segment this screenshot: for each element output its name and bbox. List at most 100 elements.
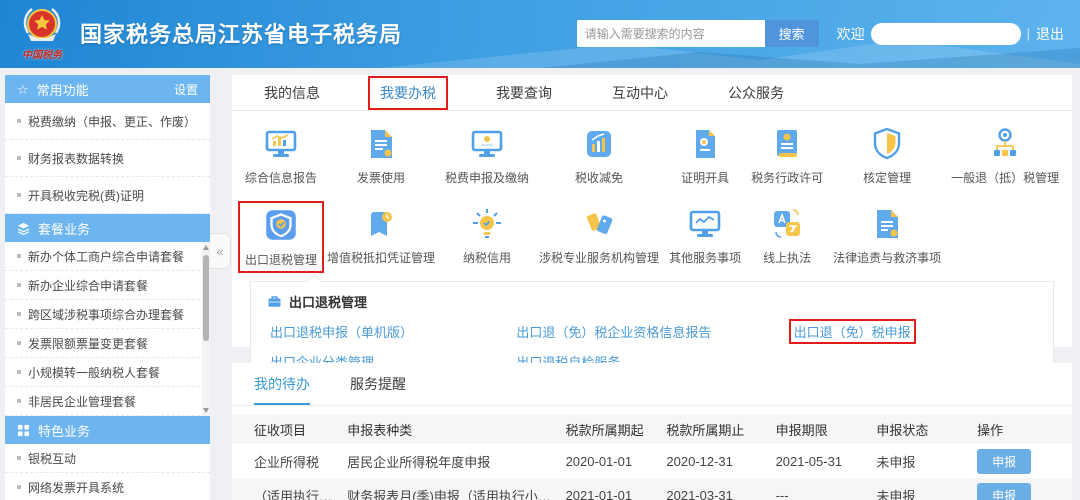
main-panel: 我的信息 我要办税 我要查询 互动中心 公众服务 综合信息报告 发票使用 <box>232 75 1072 347</box>
briefcase-icon <box>267 294 282 309</box>
service-other-services[interactable]: 其他服务事项 <box>664 203 746 271</box>
sidebar-section-common: ☆ 常用功能 设置 <box>5 75 210 103</box>
service-tax-professional-agency[interactable]: 涉税专业服务机构管理 <box>534 203 664 271</box>
sidebar-item-new-enterprise-package[interactable]: 新办企业综合申请套餐 <box>5 271 210 300</box>
settings-button[interactable]: 设置 <box>174 81 198 98</box>
sidebar-item-tax-payment[interactable]: 税费缴纳（申报、更正、作废） <box>5 103 210 140</box>
link-export-refund-declare[interactable]: 出口退（免）税申报 <box>791 321 914 342</box>
service-label: 税收减免 <box>575 169 623 186</box>
scroll-up-icon[interactable] <box>203 245 209 250</box>
col-header: 征收项目 <box>232 420 341 439</box>
cell-deadline: 2021-05-31 <box>770 454 871 469</box>
bullet-icon <box>17 254 21 258</box>
lightbulb-icon <box>469 206 505 242</box>
col-header: 税款所属期起 <box>560 420 661 439</box>
cell-status: 未申报 <box>870 452 971 471</box>
legal-document-icon <box>869 206 905 242</box>
bullet-icon <box>17 193 21 197</box>
tab-my-todo[interactable]: 我的待办 <box>254 374 310 405</box>
service-label: 线上执法 <box>763 249 811 266</box>
sidebar-collapse-handle[interactable]: « <box>210 233 231 269</box>
service-tax-declaration-payment[interactable]: 税费申报及缴纳 <box>440 123 534 189</box>
declare-button[interactable]: 申报 <box>977 449 1031 474</box>
tab-public-service[interactable]: 公众服务 <box>718 78 794 108</box>
todo-table: 征收项目 申报表种类 税款所属期起 税款所属期止 申报期限 申报状态 操作 企业… <box>232 414 1072 500</box>
export-panel-header: 出口退税管理 <box>251 282 1053 315</box>
tab-service-reminder[interactable]: 服务提醒 <box>350 374 406 405</box>
welcome-label: 欢迎 <box>837 24 865 44</box>
sidebar-section-special-title: 特色业务 <box>38 421 90 440</box>
service-label: 核定管理 <box>863 169 911 186</box>
service-label: 证明开具 <box>681 169 729 186</box>
service-label: 其他服务事项 <box>669 249 741 266</box>
sidebar-item-cross-region-package[interactable]: 跨区域涉税事项综合办理套餐 <box>5 300 210 329</box>
service-general-tax-refund[interactable]: 一般退（抵）税管理 <box>946 123 1064 189</box>
service-legal-liability-relief[interactable]: 法律追责与救济事项 <box>828 203 946 271</box>
sidebar-item-label: 小规模转一般纳税人套餐 <box>28 364 160 381</box>
star-icon: ☆ <box>17 83 29 96</box>
bullet-icon <box>17 119 21 123</box>
cell-form-type: 居民企业所得税年度申报 <box>341 452 559 471</box>
sidebar-item-online-invoice-system[interactable]: 网络发票开具系统 <box>5 473 210 500</box>
sidebar-item-label: 财务报表数据转换 <box>28 150 124 167</box>
link-export-refund-qualification-report[interactable]: 出口退（免）税企业资格信息报告 <box>513 321 714 342</box>
bullet-icon <box>17 312 21 316</box>
cell-action: 申报 <box>971 483 1072 500</box>
search-input[interactable] <box>577 20 765 47</box>
service-vat-deduction-voucher[interactable]: 增值税抵扣凭证管理 <box>322 203 440 271</box>
scrollbar-thumb[interactable] <box>203 255 209 341</box>
sidebar-item-tax-certificate[interactable]: 开具税收完税(费)证明 <box>5 177 210 214</box>
service-tax-reduction[interactable]: 税收减免 <box>570 123 628 189</box>
cell-project: 企业所得税 <box>232 452 341 471</box>
sidebar-item-bank-tax-interaction[interactable]: 银税互动 <box>5 444 210 473</box>
sidebar-item-label: 网络发票开具系统 <box>28 479 124 496</box>
sidebar-item-nonresident-package[interactable]: 非居民企业管理套餐 <box>5 387 210 416</box>
service-assessment-management[interactable]: 核定管理 <box>858 123 916 189</box>
service-tax-credit[interactable]: 纳税信用 <box>458 203 516 271</box>
cell-period-start: 2020-01-01 <box>560 454 661 469</box>
monitor-pay-icon <box>469 126 505 162</box>
service-label: 一般退（抵）税管理 <box>951 169 1059 186</box>
tab-interaction-center[interactable]: 互动中心 <box>602 78 678 108</box>
service-certificate-issuance[interactable]: 证明开具 <box>676 123 734 189</box>
sidebar-scrollbar[interactable] <box>202 242 210 416</box>
pin-network-icon <box>987 126 1023 162</box>
sidebar-item-invoice-limit-package[interactable]: 发票限额票量变更套餐 <box>5 329 210 358</box>
service-export-tax-refund[interactable]: 出口退税管理 <box>240 203 322 271</box>
col-header: 操作 <box>971 420 1072 439</box>
service-invoice-use[interactable]: 发票使用 <box>352 123 410 189</box>
certificate-document-icon <box>687 126 723 162</box>
collapse-chevrons-icon: « <box>216 244 223 259</box>
bookmark-clock-icon <box>363 206 399 242</box>
bullet-icon <box>17 485 21 489</box>
service-administrative-license[interactable]: 税务行政许可 <box>746 123 828 189</box>
chart-square-icon <box>581 126 617 162</box>
logout-link[interactable]: 退出 <box>1036 24 1064 44</box>
cell-project: （适用执行小企业会计... <box>232 486 341 500</box>
monitor-chart-icon <box>263 126 299 162</box>
national-emblem-icon <box>19 4 65 48</box>
service-label: 税费申报及缴纳 <box>445 169 529 186</box>
export-panel-title: 出口退税管理 <box>289 292 367 311</box>
declare-button[interactable]: 申报 <box>977 483 1031 500</box>
shield-icon <box>869 126 905 162</box>
sidebar-item-financial-report-convert[interactable]: 财务报表数据转换 <box>5 140 210 177</box>
welcome-area: 欢迎 | 退出 <box>837 23 1064 45</box>
bullet-icon <box>17 370 21 374</box>
service-label: 发票使用 <box>357 169 405 186</box>
link-export-refund-declare-standalone[interactable]: 出口退税申报（单机版） <box>267 321 416 342</box>
tab-inquiry[interactable]: 我要查询 <box>486 78 562 108</box>
tab-tax-handling[interactable]: 我要办税 <box>370 78 446 108</box>
service-online-law-enforcement[interactable]: 线上执法 <box>758 203 816 271</box>
search-button[interactable]: 搜索 <box>765 20 819 47</box>
sidebar-item-new-individual-package[interactable]: 新办个体工商户综合申请套餐 <box>5 242 210 271</box>
scroll-down-icon[interactable] <box>203 408 209 413</box>
tab-my-info[interactable]: 我的信息 <box>254 78 330 108</box>
sidebar-item-small-to-general-package[interactable]: 小规模转一般纳税人套餐 <box>5 358 210 387</box>
bullet-icon <box>17 341 21 345</box>
table-row: 企业所得税 居民企业所得税年度申报 2020-01-01 2020-12-31 … <box>232 444 1072 478</box>
brand: 中国税务 国家税务总局江苏省电子税务局 <box>14 4 402 61</box>
header-right: 搜索 欢迎 | 退出 <box>577 20 1064 47</box>
sidebar-item-label: 税费缴纳（申报、更正、作废） <box>28 113 196 130</box>
service-comprehensive-info-report[interactable]: 综合信息报告 <box>240 123 322 189</box>
